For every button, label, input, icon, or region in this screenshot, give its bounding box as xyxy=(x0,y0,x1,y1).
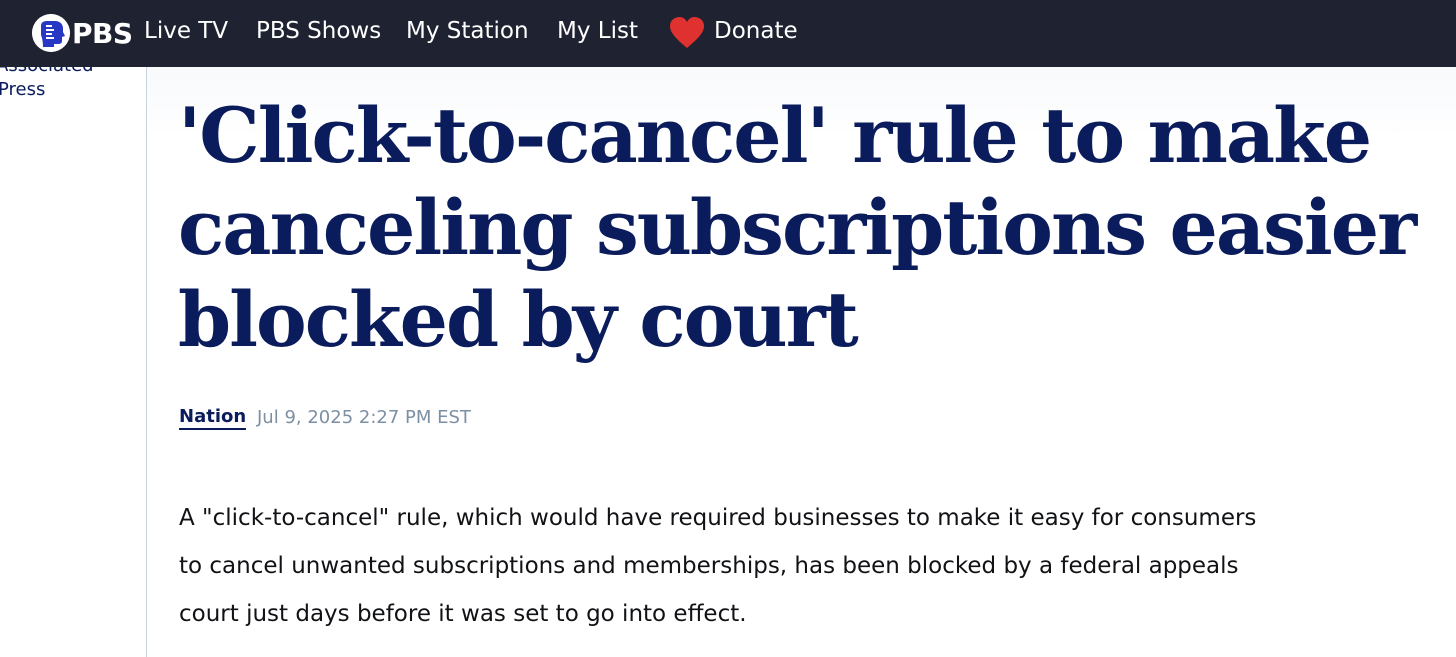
article-headline: 'Click-to-cancel' rule to make canceling… xyxy=(178,91,1417,364)
nav-item-live-tv[interactable]: Live TV xyxy=(144,18,228,44)
donate-link[interactable]: Donate xyxy=(714,18,798,44)
heart-icon[interactable] xyxy=(669,16,705,50)
author-name-line1: Associated xyxy=(0,67,94,76)
top-navigation-bar: PBS Live TV PBS Shows My Station My List… xyxy=(0,0,1456,67)
publish-timestamp: Jul 9, 2025 2:27 PM EST xyxy=(257,407,471,428)
nav-item-pbs-shows[interactable]: PBS Shows xyxy=(256,18,381,44)
pbs-head-icon xyxy=(32,14,70,52)
nav-item-my-list[interactable]: My List xyxy=(557,18,638,44)
author-byline[interactable]: Associated Press xyxy=(0,67,146,107)
author-name-line2: Press xyxy=(0,79,46,100)
pbs-logo-text: PBS xyxy=(72,16,133,50)
article-lead-paragraph: A "click-to-cancel" rule, which would ha… xyxy=(179,505,1257,627)
nav-item-my-station[interactable]: My Station xyxy=(406,18,529,44)
category-link[interactable]: Nation xyxy=(179,406,247,430)
pbs-logo[interactable]: PBS xyxy=(32,14,133,52)
